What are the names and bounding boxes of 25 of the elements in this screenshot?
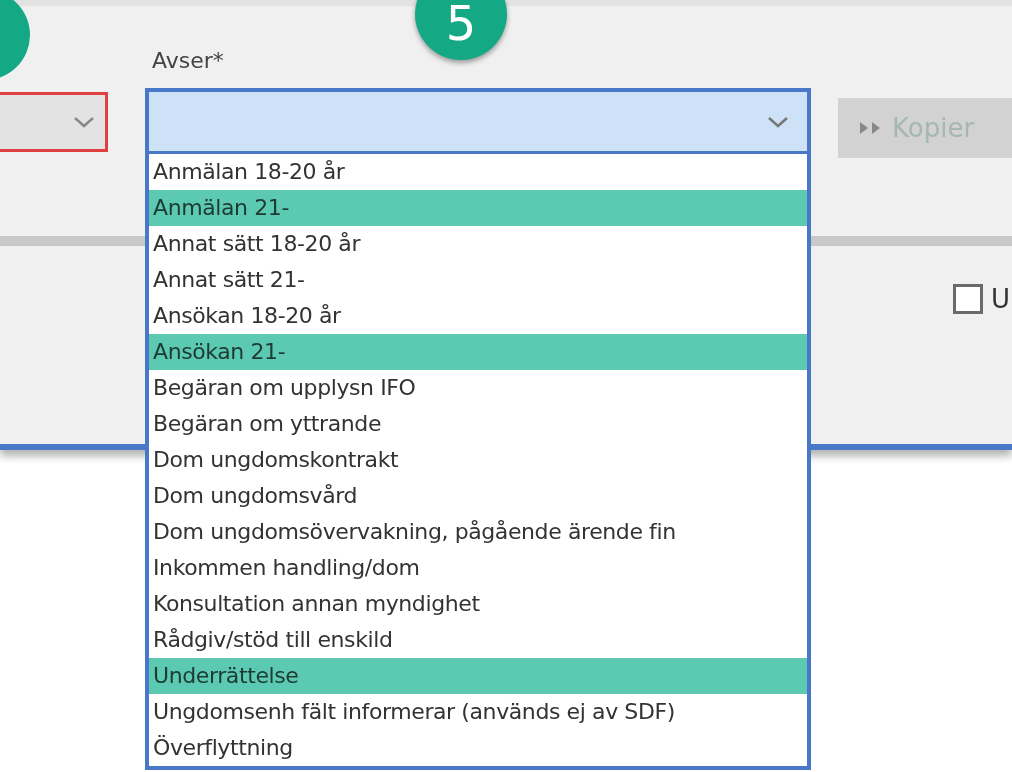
chevron-down-icon <box>767 114 789 129</box>
dropdown[interactable] <box>145 88 811 770</box>
dropdown-option[interactable]: Begäran om yttrande <box>149 406 807 442</box>
dropdown-option[interactable]: Begäran om upplysn IFO <box>149 370 807 406</box>
dropdown-option[interactable]: Konsultation annan myndighet <box>149 586 807 622</box>
dropdown-option[interactable]: Anmälan 18-20 år <box>149 154 807 190</box>
dropdown-option[interactable]: Överflyttning <box>149 730 807 766</box>
dropdown-option[interactable]: Anmälan 21- <box>149 190 807 226</box>
dropdown-option[interactable]: Ungdomsenh fält informerar (används ej av SDF) <box>149 694 807 730</box>
dropdown-option[interactable]: Annat sätt 18-20 år <box>149 226 807 262</box>
dropdown-option[interactable]: Ansökan 18-20 år <box>149 298 807 334</box>
checkbox[interactable] <box>952 284 983 314</box>
dropdown-option[interactable]: Inkommen handling/dom <box>149 550 807 586</box>
dropdown-option[interactable]: Dom ungdomskontrakt <box>149 442 807 478</box>
dropdown-option[interactable]: Underrättelse <box>149 658 807 694</box>
combo-box[interactable] <box>0 92 108 152</box>
dropdown-option[interactable]: Dom ungdomsövervakning, pågående ärende fin <box>149 514 807 550</box>
checkbox-label: U <box>990 284 1010 314</box>
field-label: Avser* <box>152 48 224 73</box>
dropdown-option[interactable]: Dom ungdomsvård <box>149 478 807 514</box>
dropdown-option[interactable]: Ansökan 21- <box>149 334 807 370</box>
chevron-down-icon <box>73 115 95 129</box>
dropdown-option[interactable]: Rådgiv/stöd till enskild <box>149 622 807 658</box>
dropdown-option[interactable]: Annat sätt 21- <box>149 262 807 298</box>
dropdown-field[interactable] <box>149 92 807 154</box>
